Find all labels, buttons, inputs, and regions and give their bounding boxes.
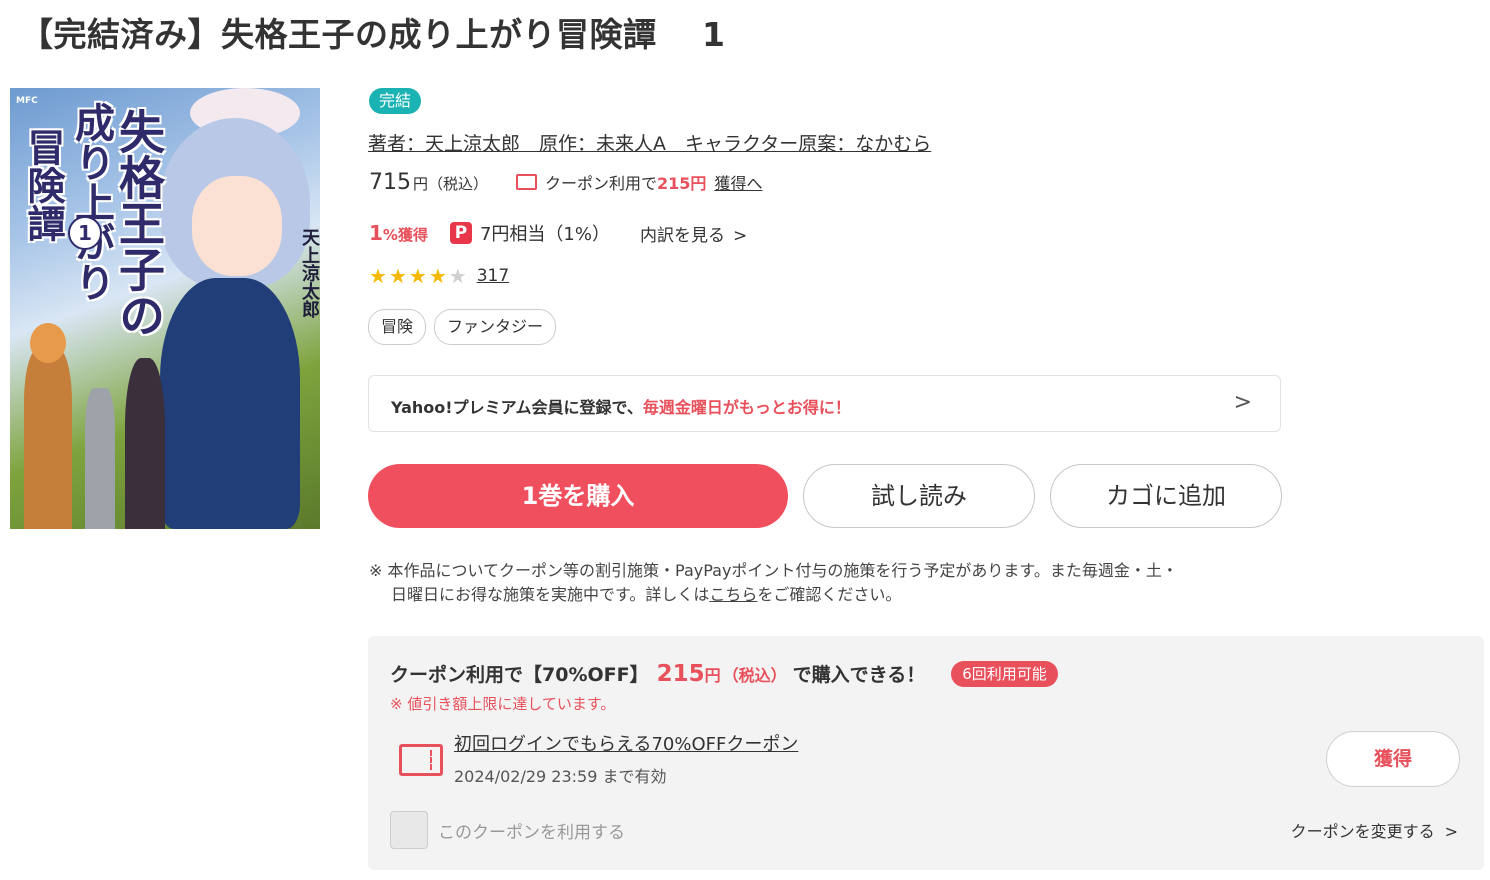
cover-art-dark-figure: [125, 358, 165, 529]
cover-title-line: 失格王子の: [112, 108, 166, 338]
coupon-panel: クーポン利用で【70%OFF】 215 円（税込） で購入できる！ 6回利用可能 …: [368, 636, 1484, 870]
chevron-right-icon: >: [732, 225, 748, 246]
paypay-icon: P: [449, 222, 472, 244]
points-rate: 1%獲得: [369, 221, 428, 245]
yahoo-premium-banner[interactable]: Yahoo!プレミアム会員に登録で、毎週金曜日がもっとお得に！ >: [368, 375, 1281, 432]
coupon-get-link[interactable]: 獲得へ: [714, 170, 762, 194]
coupon-lead: クーポン利用で【70%OFF】: [390, 664, 649, 686]
coupon-limit-note: ※ 値引き額上限に達しています。: [390, 695, 616, 713]
coupon-tax: （税込）: [722, 665, 787, 685]
star-icon: ★: [408, 264, 427, 288]
points-row: 1%獲得 P 7円相当（1%） 内訳を見る >: [369, 220, 747, 246]
points-rate-suffix: %獲得: [382, 226, 428, 244]
genre-tags: 冒険 ファンタジー: [368, 309, 557, 345]
price-unit: 円（税込）: [413, 175, 489, 193]
price-value: 715: [369, 170, 411, 195]
coupon-inline: クーポン利用で 215円 獲得へ: [516, 170, 762, 194]
cover-art-boy-head: [30, 323, 66, 363]
points-value: 7円相当（1%）: [479, 224, 610, 245]
genre-tag[interactable]: 冒険: [368, 309, 427, 345]
chevron-right-icon: >: [1444, 822, 1458, 841]
use-coupon-checkbox[interactable]: [390, 811, 428, 849]
chevron-right-icon: >: [1233, 390, 1252, 415]
star-icon: ★: [428, 264, 447, 288]
page-title: 【完結済み】失格王子の成り上がり冒険譚 1: [20, 15, 726, 54]
coupon-headline: クーポン利用で【70%OFF】 215 円（税込） で購入できる！ 6回利用可能: [390, 660, 1058, 687]
author-credits-link[interactable]: 著者：天上涼太郎 原作：未来人A キャラクター原案：なかむら: [368, 129, 931, 156]
use-coupon-label: このクーポンを利用する: [438, 823, 625, 843]
coupon-yen: 円: [704, 665, 721, 685]
campaign-notice: ※ 本作品についてクーポン等の割引施策・PayPayポイント付与の施策を行う予定…: [369, 559, 1289, 607]
cover-author: 天上涼太郎: [299, 228, 320, 318]
notice-line: ※ 本作品についてクーポン等の割引施策・PayPayポイント付与の施策を行う予定…: [369, 561, 1178, 580]
add-to-cart-button[interactable]: カゴに追加: [1050, 464, 1282, 528]
cover-art-knight: [85, 388, 115, 529]
star-icon: ★: [448, 264, 467, 288]
yahoo-banner-text: Yahoo!プレミアム会員に登録で、毎週金曜日がもっとお得に！: [391, 394, 851, 418]
ticket-icon: [399, 744, 443, 776]
coupon-tail: で購入できる！: [792, 664, 926, 686]
coupon-inline-price: 215円: [657, 174, 707, 193]
ticket-icon: [516, 174, 538, 190]
cover-art-boy: [24, 348, 72, 529]
cover-publisher-logo: MFC: [16, 96, 38, 106]
price-row: 715 円（税込） クーポン利用で 215円 獲得へ: [369, 170, 762, 195]
trial-read-button[interactable]: 試し読み: [803, 464, 1035, 528]
rating-row: ★ ★ ★ ★ ★ 317: [369, 264, 509, 288]
buy-button[interactable]: 1巻を購入: [368, 464, 788, 528]
points-rate-number: 1: [369, 221, 383, 245]
cover-art-body: [160, 278, 300, 529]
review-count-link[interactable]: 317: [477, 266, 509, 286]
notice-details-link[interactable]: こちら: [709, 585, 757, 604]
coupon-uses-badge: 6回利用可能: [951, 660, 1058, 687]
coupon-price: 215: [656, 660, 705, 687]
genre-tag[interactable]: ファンタジー: [434, 309, 557, 345]
change-coupon-label: クーポンを変更する: [1290, 822, 1435, 841]
coupon-inline-prefix: クーポン利用で: [545, 174, 658, 193]
points-detail-label: 内訳を見る: [639, 225, 725, 246]
cover-volume-number: 1: [68, 216, 102, 250]
star-icon: ★: [369, 264, 387, 288]
points-detail-link[interactable]: 内訳を見る >: [640, 221, 747, 246]
star-icon: ★: [388, 264, 407, 288]
notice-text: 日曜日にお得な施策を実施中です。詳しくは: [391, 585, 710, 604]
yahoo-banner-text-highlight: 毎週金曜日がもっとお得に！: [642, 398, 851, 417]
cover-title-line: 冒険譚: [21, 128, 66, 242]
cover-art-face: [192, 176, 282, 276]
yahoo-banner-text-main: Yahoo!プレミアム会員に登録で、: [391, 398, 643, 417]
coupon-name-link[interactable]: 初回ログインでもらえる70%OFFクーポン: [454, 730, 798, 756]
book-cover-image[interactable]: MFC 成り上がり 失格王子の 冒険譚 1 天上涼太郎: [10, 88, 320, 529]
change-coupon-link[interactable]: クーポンを変更する >: [1291, 818, 1458, 842]
notice-text: をご確認ください。: [757, 585, 902, 604]
coupon-get-button[interactable]: 獲得: [1326, 731, 1460, 787]
status-badge: 完結: [369, 88, 422, 114]
notice-line: 日曜日にお得な施策を実施中です。詳しくはこちらをご確認ください。: [369, 583, 1289, 607]
coupon-expiry: 2024/02/29 23:59 まで有効: [454, 767, 667, 786]
